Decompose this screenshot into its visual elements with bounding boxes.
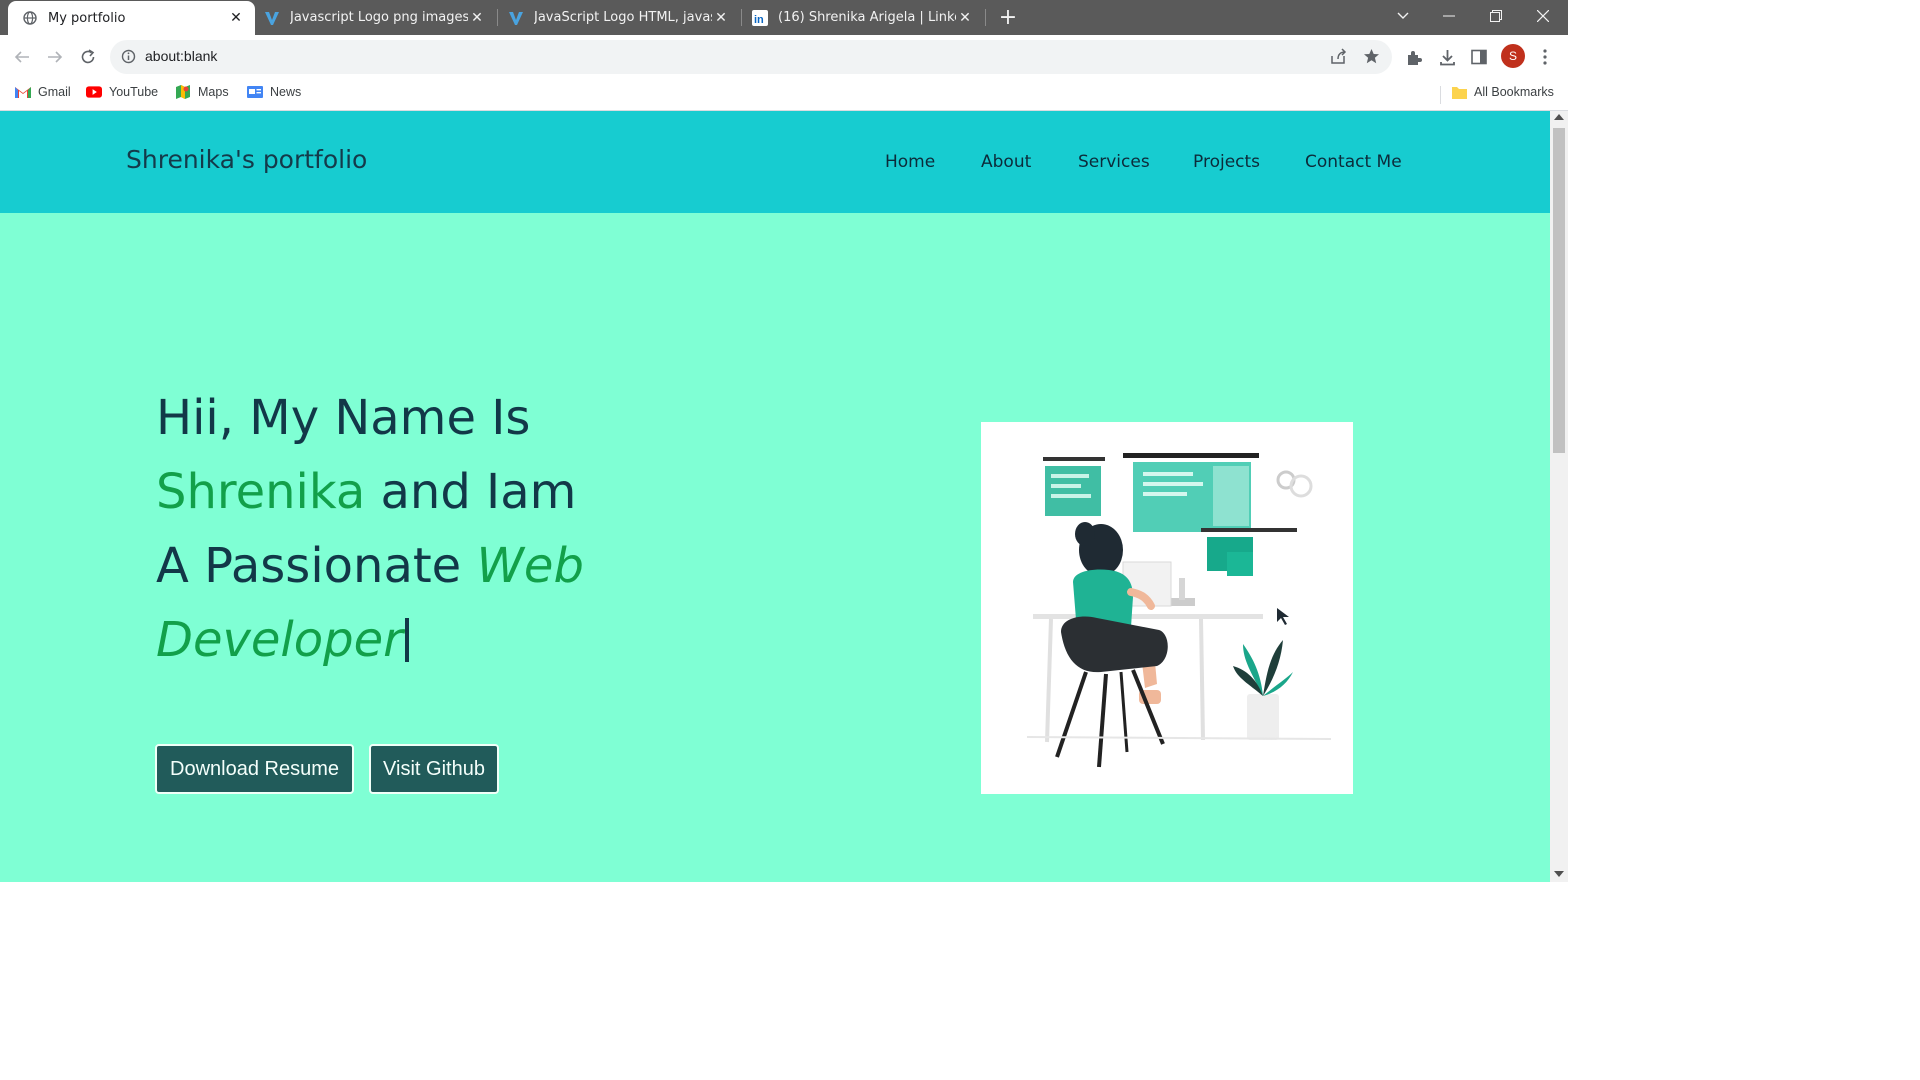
developer-illustration [981, 422, 1353, 794]
tab-strip: My portfolio ✕ Javascript Logo png image… [0, 0, 1568, 35]
share-icon[interactable] [1329, 48, 1347, 70]
tab-my-portfolio[interactable]: My portfolio ✕ [8, 1, 255, 35]
hero-line-4: Developer [156, 603, 584, 677]
tab-linkedin[interactable]: in (16) Shrenika Arigela | LinkedIn ✕ [744, 0, 984, 35]
address-text: about:blank [145, 48, 218, 64]
site-brand[interactable]: Shrenika's portfolio [126, 145, 367, 174]
nav-services[interactable]: Services [1078, 152, 1150, 172]
site-info-icon[interactable] [121, 49, 136, 68]
tab-title: JavaScript Logo HTML, javascript [534, 10, 712, 25]
scrollbar-thumb[interactable] [1553, 128, 1565, 453]
youtube-icon [86, 84, 102, 100]
hero-line-2-rest: and Iam [365, 464, 577, 520]
browser-toolbar: about:blank S [0, 35, 1568, 78]
bookmark-label: Gmail [38, 85, 71, 99]
close-tab-icon[interactable]: ✕ [956, 9, 974, 27]
all-bookmarks-button[interactable]: All Bookmarks [1451, 84, 1554, 100]
bookmarks-divider [1440, 86, 1441, 104]
restore-icon[interactable] [1473, 0, 1519, 32]
bookmark-news[interactable]: News [247, 84, 301, 100]
maps-icon [175, 84, 191, 100]
extensions-icon[interactable] [1400, 43, 1428, 71]
portfolio-page: Shrenika's portfolio Home About Services… [0, 111, 1550, 882]
download-icon[interactable] [1433, 43, 1461, 71]
menu-dots-icon[interactable] [1531, 43, 1559, 71]
tab-title: (16) Shrenika Arigela | LinkedIn [778, 10, 956, 25]
new-tab-button[interactable]: + [994, 0, 1022, 35]
svg-text:in: in [754, 14, 764, 26]
hero-line-1: Hii, My Name Is [156, 390, 531, 446]
side-panel-icon[interactable] [1465, 43, 1493, 71]
tab-separator [741, 9, 742, 26]
bookmark-label: Maps [198, 85, 229, 99]
site-navbar: Shrenika's portfolio Home About Services… [0, 111, 1550, 213]
bookmark-youtube[interactable]: YouTube [86, 84, 158, 100]
close-window-icon[interactable] [1520, 0, 1566, 32]
all-bookmarks-label: All Bookmarks [1474, 85, 1554, 99]
bookmark-maps[interactable]: Maps [175, 84, 229, 100]
hero-name: Shrenika [156, 464, 366, 520]
forward-arrow-icon[interactable] [41, 43, 69, 71]
linkedin-icon: in [752, 9, 768, 26]
tab-title: My portfolio [48, 10, 126, 26]
back-arrow-icon[interactable] [8, 43, 36, 71]
js-favicon-icon [508, 10, 524, 26]
js-favicon-icon [264, 10, 280, 26]
bookmark-star-icon[interactable] [1363, 48, 1380, 69]
tab-separator [985, 9, 986, 26]
scroll-down-arrow-icon[interactable] [1554, 871, 1564, 877]
globe-icon [22, 10, 38, 26]
hero-line-3-text: A Passionate [156, 538, 477, 594]
news-icon [247, 84, 263, 100]
hero-line-2: Shrenika and Iam [156, 455, 584, 529]
nav-contact-me[interactable]: Contact Me [1305, 152, 1402, 172]
nav-home[interactable]: Home [885, 152, 935, 172]
hero-line-3: A Passionate Web [156, 529, 584, 603]
close-tab-icon[interactable]: ✕ [712, 9, 730, 27]
reload-icon[interactable] [74, 43, 102, 71]
bookmarks-bar: Gmail YouTube Maps News All Bookmarks [0, 78, 1568, 111]
visit-github-button[interactable]: Visit Github [369, 744, 499, 794]
download-resume-button[interactable]: Download Resume [155, 744, 354, 794]
tab-search-icon[interactable] [1380, 0, 1426, 32]
folder-icon [1451, 84, 1467, 100]
bookmark-label: YouTube [109, 85, 159, 99]
tab-javascript-logo-html[interactable]: JavaScript Logo HTML, javascript ✕ [500, 0, 740, 35]
bookmark-label: News [270, 85, 302, 99]
bookmark-gmail[interactable]: Gmail [15, 84, 71, 100]
page-scrollbar[interactable] [1550, 111, 1568, 882]
hero-heading: Hii, My Name Is Shrenika and Iam A Passi… [156, 381, 584, 677]
minimize-icon[interactable] [1426, 0, 1472, 32]
hero-role-part-2: Developer [156, 612, 403, 668]
close-tab-icon[interactable]: ✕ [468, 9, 486, 27]
close-tab-icon[interactable]: ✕ [227, 9, 245, 27]
profile-avatar[interactable]: S [1501, 44, 1525, 68]
nav-projects[interactable]: Projects [1193, 152, 1260, 172]
hero-role-part-1: Web [476, 538, 584, 594]
gmail-icon [15, 84, 31, 100]
tab-title: Javascript Logo png images | PN [290, 10, 468, 25]
typing-caret [404, 618, 409, 662]
scroll-up-arrow-icon[interactable] [1554, 114, 1564, 120]
address-bar[interactable]: about:blank [110, 40, 1392, 74]
tab-javascript-logo-png[interactable]: Javascript Logo png images | PN ✕ [256, 0, 496, 35]
nav-about[interactable]: About [981, 152, 1031, 172]
tab-separator [497, 9, 498, 26]
